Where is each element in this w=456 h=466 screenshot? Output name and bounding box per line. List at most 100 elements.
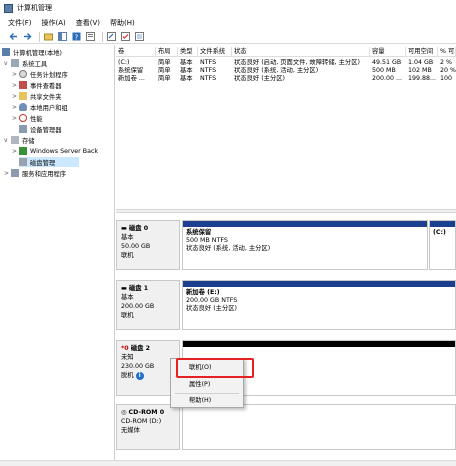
volume-name: 系统保留 [118,67,144,74]
type-cell: 基本 [180,59,193,66]
tree-storage[interactable]: v 存储 [4,135,35,145]
offline-warning-icon: *0 [121,345,131,352]
disk-label[interactable]: ▬ 磁盘 0 基本 50.00 GB 联机 [116,220,180,270]
toolbar: ? [0,30,456,44]
menu-item-properties[interactable]: 属性(P) [171,378,243,392]
disk-icon: ▬ [121,285,129,292]
toolbar-separator [39,31,40,42]
column-header[interactable]: 文件系统 [198,47,232,57]
disk-management-icon [19,158,27,166]
collapsed-chevron-icon[interactable]: > [4,170,11,177]
disk-map: ▬ 磁盘 0 基本 50.00 GB 联机 系统保留 500 MB NTFS 状… [116,215,456,466]
cdrom-area[interactable] [182,404,456,450]
tree-task-scheduler[interactable]: > 任务计划程序 [12,69,68,79]
collapsed-chevron-icon[interactable]: > [12,115,19,122]
menu-view[interactable]: 查看(V) [76,18,100,28]
collapsed-chevron-icon[interactable]: > [12,104,19,111]
volume-name: 新加卷 ... [118,75,145,82]
disk-1: ▬ 磁盘 1 基本 200.00 GB 联机 新加卷 (E:) 200.00 G… [116,280,456,330]
status-cell: 状态良好 (主分区) [234,75,285,82]
filesystem-cell: NTFS [200,75,217,82]
pane-splitter[interactable] [116,209,456,213]
partition-system-reserved[interactable]: 系统保留 500 MB NTFS 状态良好 (系统, 活动, 主分区) [182,220,428,270]
window-title: 计算机管理 [17,4,52,12]
table-row[interactable]: 系统保留 简单 基本 NTFS 状态良好 (系统, 活动, 主分区) 500 M… [116,67,456,75]
column-header[interactable]: 类型 [178,47,198,57]
primary-partition-bar [183,221,427,227]
tree-root[interactable]: 计算机管理(本地) [2,47,62,57]
backup-icon [19,147,27,155]
show-hide-tree-icon[interactable] [57,31,68,42]
layout-cell: 简单 [158,59,171,66]
view-icon[interactable] [134,31,145,42]
menu-file[interactable]: 文件(F) [8,18,32,28]
column-header[interactable]: 状态 [232,47,370,57]
tree-services-apps[interactable]: > 服务和应用程序 [4,168,66,178]
free-space-cell: 1.04 GB [408,59,434,66]
tree-event-viewer[interactable]: > 事件查看器 [12,80,61,90]
menu-help[interactable]: 帮助(H) [110,18,135,28]
forward-icon[interactable] [22,31,33,42]
users-icon [19,103,27,111]
volume-list-header: 卷 布局 类型 文件系统 状态 容量 可用空间 % 可 [116,47,456,57]
clock-icon [19,70,27,78]
performance-icon [19,114,27,122]
disk-label[interactable]: ▬ 磁盘 1 基本 200.00 GB 联机 [116,280,180,330]
collapsed-chevron-icon[interactable]: > [12,148,19,155]
collapsed-chevron-icon[interactable]: > [12,82,19,89]
partition-c[interactable]: (C:) [429,220,456,270]
menu-action[interactable]: 操作(A) [42,18,66,28]
toolbar-separator [102,31,103,42]
tree-shared-folders[interactable]: > 共享文件夹 [12,91,61,101]
column-header[interactable]: 卷 [116,47,156,57]
navigation-tree: 计算机管理(本地) v 系统工具 > 任务计划程序 > 事件查看器 > 共享文件… [0,45,115,466]
tree-windows-server-backup[interactable]: > Windows Server Back [12,146,98,156]
tree-disk-management[interactable]: 磁盘管理 [19,157,79,167]
percent-free-cell: 20 % [440,67,456,74]
collapsed-chevron-icon[interactable]: > [12,71,19,78]
export-icon[interactable] [106,31,117,42]
event-viewer-icon [19,81,27,89]
disk-0: ▬ 磁盘 0 基本 50.00 GB 联机 系统保留 500 MB NTFS 状… [116,220,456,270]
back-icon[interactable] [8,31,19,42]
tree-system-tools[interactable]: v 系统工具 [4,58,47,68]
checklist-icon[interactable] [120,31,131,42]
tree-performance[interactable]: > 性能 [12,113,43,123]
capacity-cell: 49.51 GB [372,59,402,66]
type-cell: 基本 [180,67,193,74]
layout-cell: 简单 [158,75,171,82]
table-row[interactable]: 新加卷 ... 简单 基本 NTFS 状态良好 (主分区) 200.00 ...… [116,75,456,83]
computer-management-icon [4,3,13,13]
column-header[interactable]: 布局 [156,47,178,57]
free-space-cell: 199.88... [408,75,437,82]
free-space-cell: 102 MB [408,67,432,74]
tree-device-manager[interactable]: 设备管理器 [19,124,61,134]
shared-folder-icon [19,92,27,100]
up-icon[interactable] [43,31,54,42]
disk-label[interactable]: ◎ CD-ROM 0 CD-ROM (D:) 无媒体 [116,404,180,450]
expanded-chevron-icon[interactable]: v [4,137,11,144]
partition-e[interactable]: 新加卷 (E:) 200.00 GB NTFS 状态良好 (主分区) [182,280,456,330]
column-header[interactable]: % 可 [438,47,456,57]
percent-free-cell: 2 % [440,59,452,66]
computer-management-icon [2,48,10,56]
percent-free-cell: 100 [440,75,453,82]
help-icon[interactable]: ? [71,31,82,42]
table-row[interactable]: (C:) 简单 基本 NTFS 状态良好 (启动, 页面文件, 故障转储, 主分… [116,59,456,67]
disk-icon: ▬ [121,225,129,232]
status-cell: 状态良好 (启动, 页面文件, 故障转储, 主分区) [234,59,360,66]
collapsed-chevron-icon[interactable]: > [12,93,19,100]
info-icon[interactable]: i [135,372,144,380]
menu-item-help[interactable]: 帮助(H) [171,394,243,408]
unallocated-bar [183,341,455,347]
disk-management-pane: 卷 布局 类型 文件系统 状态 容量 可用空间 % 可 (C:) 简单 基本 N… [116,45,456,466]
tree-local-users[interactable]: > 本地用户和组 [12,102,68,112]
status-cell: 状态良好 (系统, 活动, 主分区) [234,67,319,74]
column-header[interactable]: 容量 [370,47,406,57]
layout-cell: 简单 [158,67,171,74]
title-bar: 计算机管理 [0,0,456,16]
expanded-chevron-icon[interactable]: v [4,60,11,67]
device-manager-icon [19,125,27,133]
column-header[interactable]: 可用空间 [406,47,438,57]
properties-icon[interactable] [85,31,96,42]
